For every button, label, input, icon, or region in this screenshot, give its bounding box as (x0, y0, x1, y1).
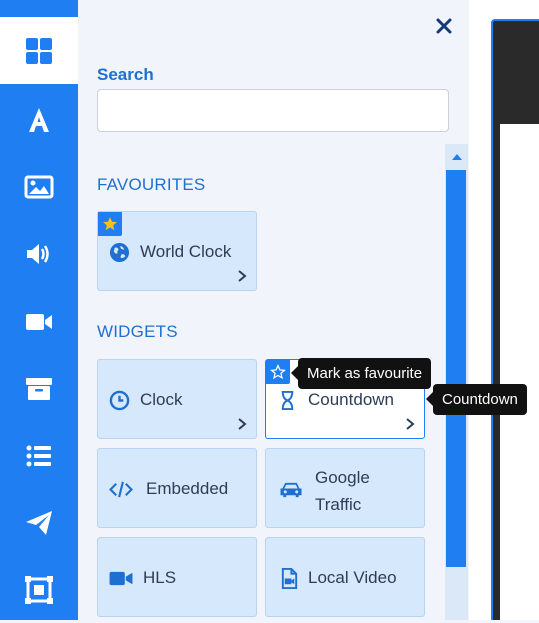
tooltip-arrow (426, 392, 433, 406)
globe-icon (108, 241, 130, 263)
favourites-heading: FAVOURITES (97, 175, 206, 194)
widget-google-traffic-card[interactable]: Google Traffic (265, 448, 425, 528)
widget-embedded-card[interactable]: Embedded (97, 448, 257, 528)
widget-hls-card[interactable]: HLS (97, 537, 257, 617)
archive-box-icon (26, 377, 52, 400)
search-label: Search (97, 65, 154, 84)
caret-up-icon (451, 154, 462, 160)
tooltip-text: Mark as favourite (307, 365, 423, 382)
rail-image-button[interactable] (0, 153, 78, 220)
scrollbar-thumb[interactable] (446, 170, 466, 567)
card-label: Clock (140, 390, 183, 409)
tooltip-text: Countdown (442, 391, 518, 408)
star-outline-icon (270, 364, 286, 380)
tooltip-arrow (291, 366, 298, 380)
list-icon (26, 445, 51, 466)
card-label: Countdown (308, 390, 395, 409)
scroll-up-button[interactable] (445, 147, 468, 167)
file-video-icon (278, 567, 300, 589)
widget-clock-card[interactable]: Clock (97, 359, 257, 439)
audio-volume-icon (27, 243, 49, 264)
send-paper-plane-icon (26, 510, 52, 535)
card-label: Google Traffic (315, 464, 370, 518)
rail-send-button[interactable] (0, 489, 78, 556)
widgets-panel: Search FAVOURITES World Clock WIDGETS Cl… (78, 0, 469, 620)
clock-icon (108, 389, 130, 411)
star-filled-icon (103, 217, 117, 231)
car-icon (278, 478, 304, 500)
favourite-star-button[interactable] (98, 212, 122, 236)
favourite-star-button[interactable] (266, 360, 290, 384)
hourglass-icon (276, 389, 298, 411)
card-label-line1: Google (315, 468, 370, 487)
icon-rail (0, 0, 78, 620)
code-icon (108, 478, 134, 500)
rail-archive-button[interactable] (0, 355, 78, 422)
layout-frame-icon (25, 575, 53, 604)
favourite-world-clock-card[interactable]: World Clock (97, 211, 257, 291)
card-label: Local Video (308, 568, 397, 587)
rail-list-button[interactable] (0, 422, 78, 489)
chevron-right-icon (238, 418, 247, 430)
preview-canvas[interactable] (500, 124, 539, 620)
video-icon (26, 313, 52, 330)
card-label-line2: Traffic (315, 495, 362, 514)
widgets-heading: WIDGETS (97, 322, 178, 341)
chevron-right-icon (406, 418, 415, 430)
dashboard-icon (26, 37, 52, 64)
close-icon (436, 18, 452, 34)
favourite-tooltip: Mark as favourite (291, 358, 432, 389)
image-icon (24, 175, 54, 198)
widget-tooltip: Countdown (426, 384, 527, 415)
rail-audio-button[interactable] (0, 220, 78, 287)
search-input[interactable] (97, 89, 449, 132)
widget-local-video-card[interactable]: Local Video (265, 537, 425, 617)
close-button[interactable] (430, 12, 458, 40)
card-label: Embedded (146, 479, 229, 498)
text-font-icon (29, 107, 49, 132)
rail-layout-button[interactable] (0, 556, 78, 623)
card-label: HLS (143, 568, 177, 587)
card-label: World Clock (140, 242, 232, 261)
rail-text-button[interactable] (0, 86, 78, 153)
rail-video-button[interactable] (0, 288, 78, 355)
video-camera-icon (108, 567, 134, 589)
rail-dashboard-button[interactable] (0, 17, 78, 84)
chevron-right-icon (238, 270, 247, 282)
